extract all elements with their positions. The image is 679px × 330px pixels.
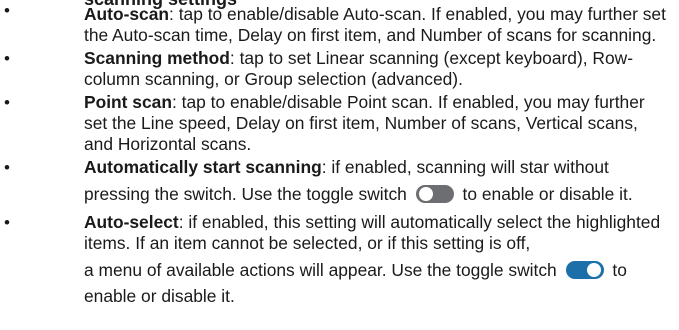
description-before-toggle: pressing the switch. Use the toggle swit…: [84, 184, 407, 204]
description-before-toggle: a menu of available actions will appear.…: [84, 260, 557, 280]
bullet-icon: •: [4, 1, 10, 20]
term-scanning-method: Scanning method: [84, 48, 230, 68]
term-auto-scan: Auto-scan: [84, 4, 170, 24]
description-automatically-start-scanning: : if enabled, scanning will star without: [321, 157, 609, 177]
toggle-knob: [418, 187, 433, 201]
term-automatically-start-scanning: Automatically start scanning: [84, 157, 322, 177]
term-auto-select: Auto-select: [84, 212, 179, 232]
term-point-scan: Point scan: [84, 92, 172, 112]
list-item-point-scan: • Point scan: tap to enable/disable Poin…: [0, 92, 679, 155]
description-end: enable or disable it.: [84, 286, 235, 306]
description-after-toggle: to: [612, 260, 627, 280]
toggle-switch-off-icon: [415, 185, 454, 203]
bullet-icon: •: [4, 213, 10, 232]
settings-bullet-list: • Auto-scan: tap to enable/disable Auto-…: [0, 0, 679, 307]
bullet-icon: •: [4, 49, 10, 68]
list-item-auto-scan: • Auto-scan: tap to enable/disable Auto-…: [0, 0, 679, 46]
list-item-auto-select: • Auto-select: if enabled, this setting …: [0, 212, 679, 307]
list-item-automatically-start-scanning: • Automatically start scanning: if enabl…: [0, 157, 679, 210]
toggle-knob: [586, 263, 601, 277]
description-auto-scan: : tap to enable/disable Auto-scan. If en…: [84, 4, 666, 45]
toggle-switch-on-icon: [565, 261, 604, 279]
bullet-icon: •: [4, 158, 10, 177]
description-after-toggle: to enable or disable it.: [462, 184, 633, 204]
list-item-scanning-method: • Scanning method: tap to set Linear sca…: [0, 48, 679, 90]
bullet-icon: •: [4, 93, 10, 112]
